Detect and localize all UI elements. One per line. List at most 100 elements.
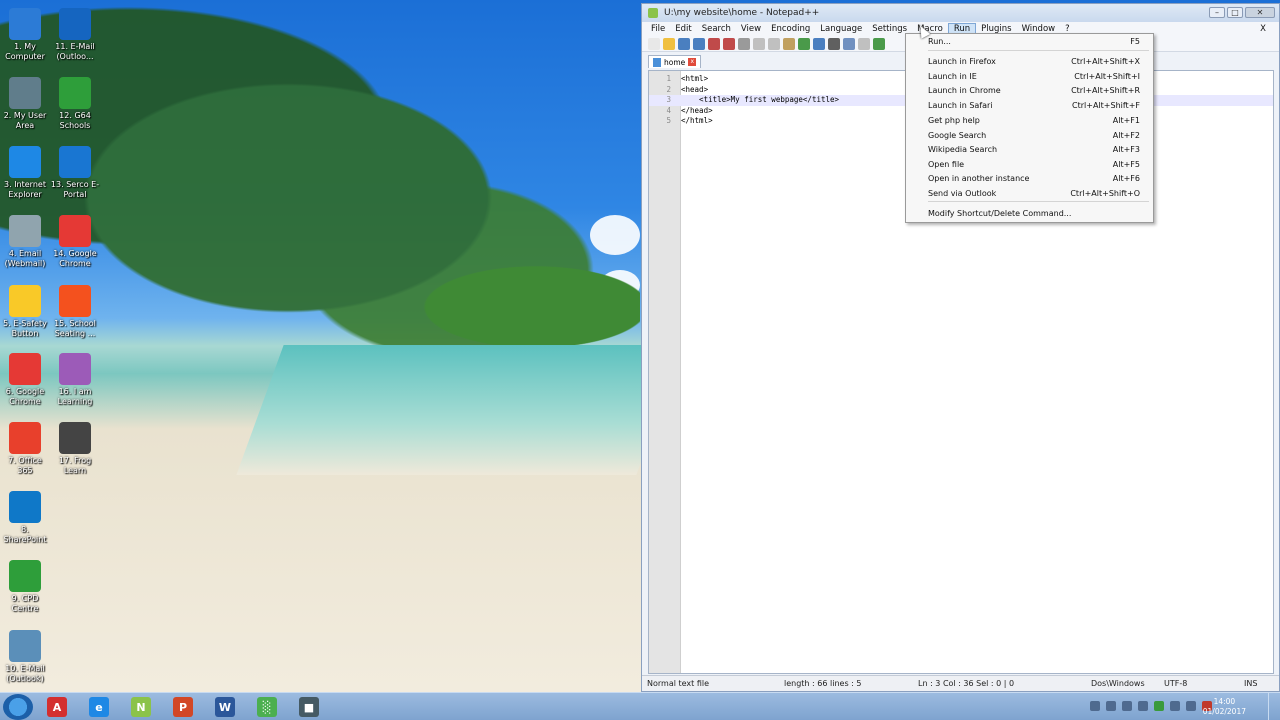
taskbar-word[interactable]: W xyxy=(206,694,244,720)
minimize-button[interactable]: – xyxy=(1209,7,1225,18)
taskbar-powerpoint[interactable]: P xyxy=(164,694,202,720)
show-desktop-button[interactable] xyxy=(1268,693,1280,720)
run-menu-item[interactable]: Modify Shortcut/Delete Command... xyxy=(906,207,1153,221)
desktop-shortcut-label: 7. Office 365 xyxy=(8,456,42,475)
maximize-button[interactable]: □ xyxy=(1227,7,1243,18)
run-menu-item-label: Get php help xyxy=(928,116,980,125)
run-menu-item-label: Google Search xyxy=(928,130,987,140)
line-text: </html> xyxy=(681,116,713,126)
save-all-icon[interactable] xyxy=(693,37,705,50)
line-text: <head> xyxy=(681,84,709,94)
run-menu-item[interactable]: Launch in Safari Ctrl+Alt+Shift+F xyxy=(906,99,1153,113)
taskbar-notepad-plus-plus[interactable]: N xyxy=(122,694,160,720)
clock[interactable]: 14:00 01/02/2017 xyxy=(1203,697,1246,717)
menu-encoding[interactable]: Encoding xyxy=(766,24,815,34)
close-tab-icon[interactable]: x xyxy=(688,58,697,66)
desktop-shortcut[interactable]: 8. SharePoint xyxy=(0,491,50,545)
run-menu-item[interactable]: Launch in IE Ctrl+Alt+Shift+I xyxy=(906,70,1153,84)
desktop-shortcut-label: 8. SharePoint xyxy=(3,525,47,544)
close-document-button[interactable]: X xyxy=(1255,24,1271,34)
run-menu-item[interactable]: Get php help Alt+F1 xyxy=(906,114,1153,128)
run-menu-item-shortcut: Ctrl+Alt+Shift+X xyxy=(1071,57,1140,66)
computer-icon xyxy=(9,8,41,40)
cpd-icon xyxy=(9,560,41,592)
desktop-shortcut[interactable]: 14. Google Chrome xyxy=(50,215,100,269)
desktop-shortcut[interactable]: 15. School Seating ... xyxy=(50,285,100,339)
taskbar-screen-recorder[interactable]: ■ xyxy=(290,694,328,720)
tray-icon[interactable] xyxy=(1090,701,1100,711)
run-menu-item[interactable]: Google Search Alt+F2 xyxy=(906,129,1153,143)
taskbar-publisher[interactable]: ░ xyxy=(248,694,286,720)
desktop-shortcut[interactable]: 4. Email (Webmail) xyxy=(0,215,50,269)
run-menu-item[interactable]: Open in another instance Alt+F6 xyxy=(906,172,1153,186)
run-menu-item-label: Launch in IE xyxy=(928,71,977,81)
tray-icon[interactable] xyxy=(1154,701,1164,711)
menu-edit[interactable]: Edit xyxy=(670,24,696,34)
run-menu-item[interactable]: Send via Outlook Ctrl+Alt+Shift+O xyxy=(906,187,1153,201)
desktop-shortcut[interactable]: 12. G64 Schools xyxy=(50,77,100,131)
internet-explorer-icon xyxy=(9,146,41,178)
run-menu-item-shortcut: Ctrl+Alt+Shift+F xyxy=(1072,100,1140,110)
run-menu-item-shortcut: Alt+F2 xyxy=(1112,130,1140,140)
run-menu-item[interactable]: Launch in Chrome Ctrl+Alt+Shift+R xyxy=(906,84,1153,98)
desktop-shortcut[interactable]: 9. CPD Centre xyxy=(0,560,50,614)
redo-icon[interactable] xyxy=(813,37,825,50)
desktop-shortcut-label: 14. Google Chrome xyxy=(53,249,97,268)
tab-label: home xyxy=(664,57,686,67)
desktop-shortcut[interactable]: 6. Google Chrome xyxy=(0,353,50,407)
chart-app-icon: ░ xyxy=(257,697,277,717)
window-title: U:\my website\home - Notepad++ xyxy=(664,8,820,18)
undo-icon[interactable] xyxy=(798,37,810,50)
desktop-shortcut[interactable]: 5. E-Safety Button xyxy=(0,285,50,339)
run-menu-item[interactable]: Open file Alt+F5 xyxy=(906,158,1153,172)
desktop-shortcut[interactable]: 3. Internet Explorer xyxy=(0,146,50,200)
menu-language[interactable]: Language xyxy=(815,24,867,34)
close-button[interactable]: ✕ xyxy=(1245,7,1275,18)
save-icon[interactable] xyxy=(678,37,690,50)
close-icon[interactable] xyxy=(708,37,720,50)
open-file-icon[interactable] xyxy=(663,37,675,50)
run-menu-item[interactable]: Run... F5 xyxy=(906,35,1153,49)
tab-home[interactable]: home x xyxy=(648,55,702,68)
paste-icon[interactable] xyxy=(783,37,795,50)
tray-icon[interactable] xyxy=(1106,701,1116,711)
run-menu-item-label: Wikipedia Search xyxy=(928,145,998,154)
replace-icon[interactable] xyxy=(843,37,855,50)
desktop-shortcut[interactable]: 16. I am Learning xyxy=(50,353,100,407)
network-icon[interactable] xyxy=(1170,701,1180,711)
close-all-icon[interactable] xyxy=(723,37,735,50)
tray-icon[interactable] xyxy=(1138,701,1148,711)
volume-icon[interactable] xyxy=(1186,701,1196,711)
desktop-shortcut-label: 3. Internet Explorer xyxy=(4,180,46,199)
desktop-shortcut-label: 1. My Computer xyxy=(5,42,45,61)
desktop-shortcut-label: 12. G64 Schools xyxy=(59,111,91,130)
status-position: Ln : 3 Col : 36 Sel : 0 | 0 xyxy=(918,679,1015,688)
print-icon[interactable] xyxy=(738,37,750,50)
sync-icon[interactable] xyxy=(873,37,885,50)
desktop-shortcut[interactable]: 1. My Computer xyxy=(0,8,50,62)
desktop-shortcut[interactable]: 10. E-Mail (Outlook) xyxy=(0,630,50,684)
find-icon[interactable] xyxy=(828,37,840,50)
title-bar[interactable]: U:\my website\home - Notepad++ xyxy=(642,4,1279,22)
desktop-shortcut[interactable]: 7. Office 365 xyxy=(0,422,50,476)
desktop-shortcut[interactable]: 13. Serco E-Portal xyxy=(50,146,100,200)
cut-icon[interactable] xyxy=(753,37,765,50)
line-text: <html> xyxy=(681,74,709,83)
pdf-icon: A xyxy=(47,697,67,717)
copy-icon[interactable] xyxy=(768,37,780,50)
line-number: 1 xyxy=(666,74,671,83)
desktop-shortcut[interactable]: 17. Frog Learn xyxy=(50,422,100,476)
desktop-shortcut[interactable]: 2. My User Area xyxy=(0,77,50,131)
run-menu-item[interactable]: Launch in Firefox Ctrl+Alt+Shift+X xyxy=(906,55,1153,69)
new-file-icon[interactable] xyxy=(648,37,660,50)
start-button[interactable] xyxy=(3,694,33,720)
taskbar-internet-explorer[interactable]: e xyxy=(80,694,118,720)
zoom-icon[interactable] xyxy=(858,37,870,50)
run-menu-item[interactable]: Wikipedia Search Alt+F3 xyxy=(906,143,1153,157)
menu-search[interactable]: Search xyxy=(697,24,736,34)
tray-icon[interactable] xyxy=(1122,701,1132,711)
taskbar-pdf-reader[interactable]: A xyxy=(38,694,76,720)
menu-view[interactable]: View xyxy=(736,24,766,34)
desktop-shortcut[interactable]: 11. E-Mail (Outloo... xyxy=(50,8,100,62)
menu-file[interactable]: File xyxy=(646,24,670,34)
